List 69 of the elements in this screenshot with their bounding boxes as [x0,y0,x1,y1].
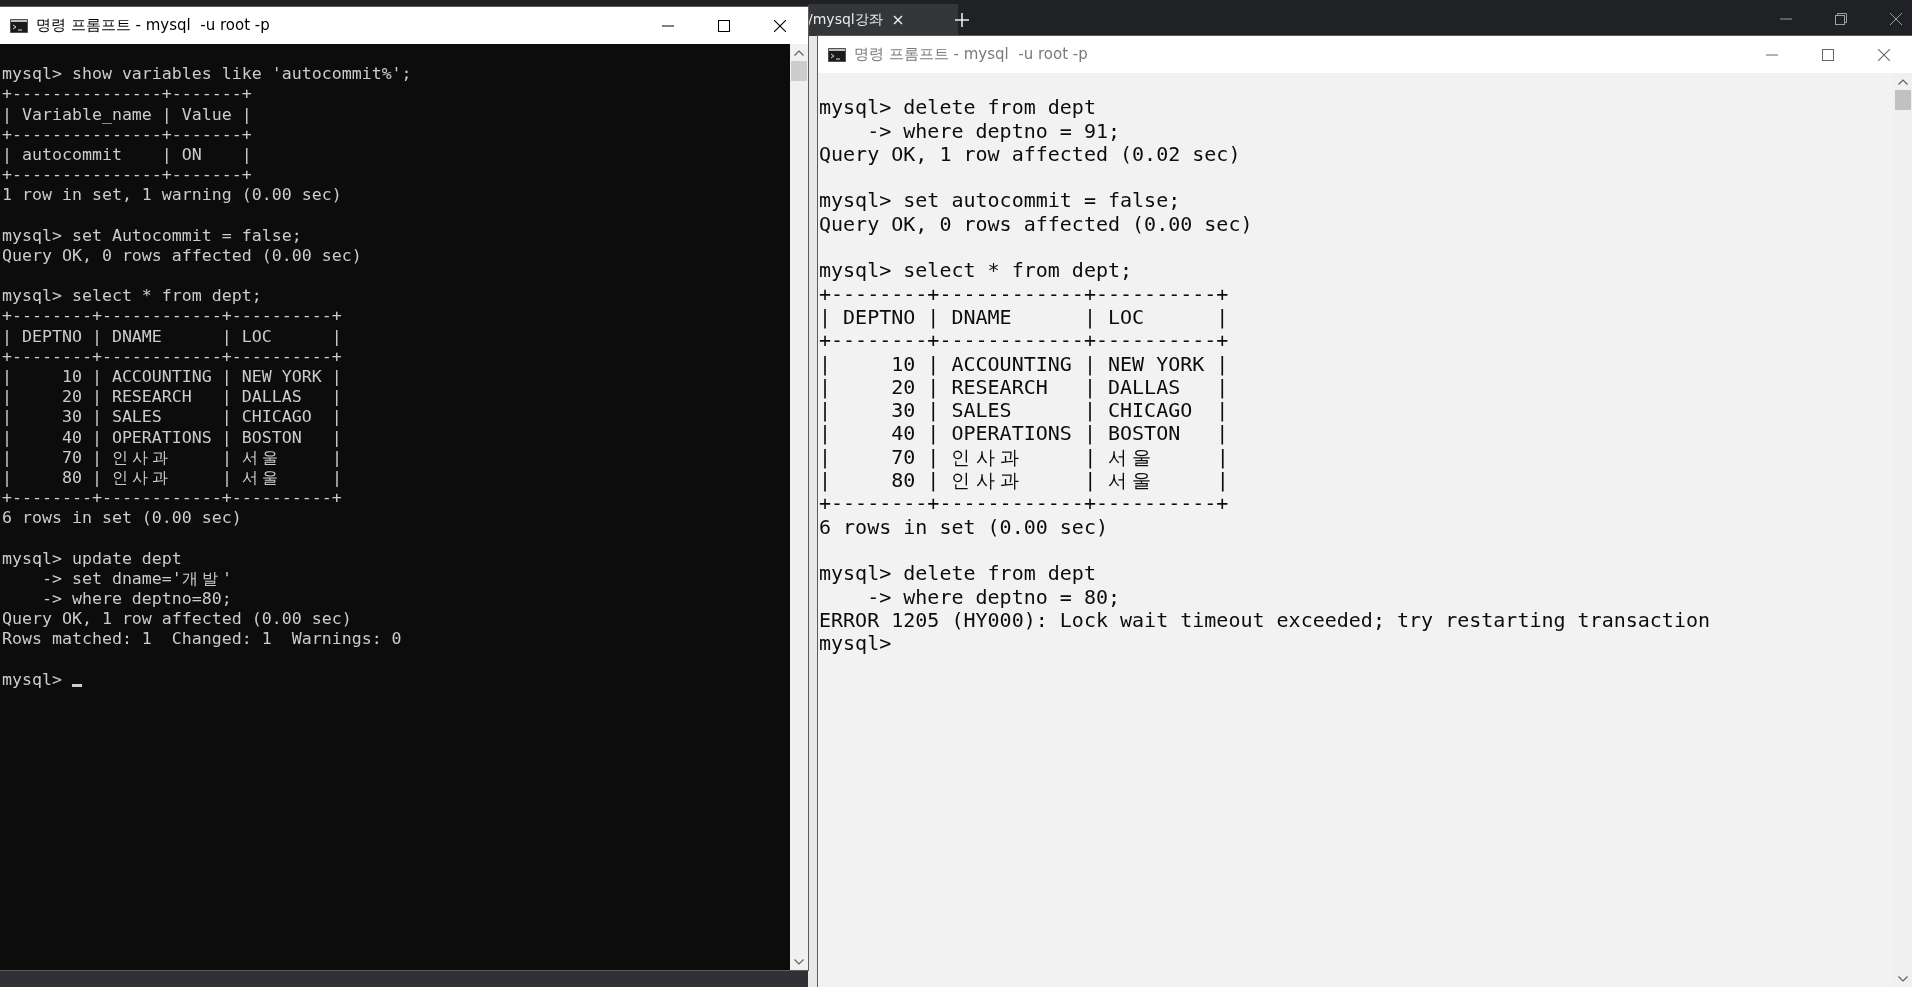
scrollbar[interactable] [1894,73,1912,987]
console-line: -> where deptno = 80; [866,585,1121,609]
console-line: +---------------+-------+ [2,124,252,145]
console-icon [10,18,28,33]
console-line: mysql> [2,669,62,690]
console-line: | 30 | SALES | CHICAGO | [819,399,1229,423]
console-line: -> set dname='개발' [40,568,232,590]
close-icon[interactable] [1890,13,1902,25]
console-line: | Variable_name | Value | [2,104,252,125]
console-line: ERROR 1205 (HY000): Lock wait timeout exceeded; try restarting transaction [819,608,1711,633]
scrollbar[interactable] [790,44,808,970]
close-icon [774,19,786,32]
console-line: +---------------+-------+ [2,84,252,105]
console-line: mysql> select * from dept; [819,259,1133,283]
console-line: Query OK, 1 row affected (0.00 sec) [2,609,352,630]
console-line: -> where deptno = 91; [866,119,1121,143]
console-line: mysql> [819,632,892,656]
scrollbar-thumb[interactable] [791,61,807,81]
console-line: Query OK, 0 rows affected (0.00 sec) [819,212,1253,237]
console-line: mysql> set autocommit = false; [819,189,1181,213]
console-line: +--------+------------+----------+ [2,488,342,509]
console-line: mysql> update dept [2,548,182,569]
console-line: | DEPTNO | DNAME | LOC | [2,326,342,347]
chevron-up-icon [1898,78,1908,85]
console-line: | 70 | 인사과 | 서울 | [819,445,1229,470]
console-line: +--------+------------+----------+ [819,282,1229,306]
console-line: +---------------+-------+ [2,165,252,186]
console-line: | 80 | 인사과 | 서울 | [2,467,343,489]
close-icon [1878,48,1890,61]
tab-title: /mysql강좌 [808,11,883,29]
chevron-down-icon [1898,975,1908,982]
console-line: | autocommit | ON | [2,144,252,166]
console-line: mysql> set Autocommit = false; [2,225,302,246]
console-line: | 70 | 인사과 | 서울 | [2,447,343,468]
console-line: Query OK, 0 rows affected (0.00 sec) [2,245,362,267]
console-line: | 10 | ACCOUNTING | NEW YORK | [819,352,1229,376]
console-line: +--------+------------+----------+ [2,306,342,327]
console-line: | 10 | ACCOUNTING | NEW YORK | [2,367,342,388]
console-line: Query OK, 1 row affected (0.02 sec) [819,142,1241,167]
console-line: +--------+------------+----------+ [819,329,1229,353]
console-line: +--------+------------+----------+ [2,346,342,367]
console-line: -> where deptno=80; [40,589,232,610]
console-line: Rows matched: 1 Changed: 1 Warnings: 0 [2,629,402,650]
window-title: 명령 프롬프트 - mysql -u root -p [854,45,1089,64]
console-line: mysql> show variables like 'autocommit%'; [2,64,412,85]
window-title: 명령 프롬프트 - mysql -u root -p [36,16,271,35]
console-line: | DEPTNO | DNAME | LOC | [819,305,1229,330]
console-line: mysql> delete from dept [819,96,1096,120]
console-icon [828,47,846,62]
chevron-up-icon [794,49,804,56]
scrollbar-thumb[interactable] [1895,90,1911,110]
console-line: mysql> select * from dept; [2,286,262,307]
chevron-down-icon [794,958,804,965]
console-line: +--------+------------+----------+ [819,492,1229,516]
console-line: 6 rows in set (0.00 sec) [2,508,242,529]
maximize-icon [1822,48,1834,61]
restore-icon[interactable] [1835,13,1847,25]
console-line: | 20 | RESEARCH | DALLAS | [2,387,342,408]
console-line: | 40 | OPERATIONS | BOSTON | [2,427,342,448]
plus-icon[interactable] [955,13,969,27]
console-line: | 30 | SALES | CHICAGO | [2,407,342,428]
console-line: | 20 | RESEARCH | DALLAS | [819,375,1229,400]
console-line: | 80 | 인사과 | 서울 | [819,469,1229,493]
console-line: mysql> delete from dept [819,562,1096,586]
browser-tab[interactable]: /mysql강좌 [808,4,958,36]
console-line: 1 row in set, 1 warning (0.00 sec) [2,185,342,206]
console-line: | 40 | OPERATIONS | BOSTON | [819,422,1229,446]
console-line: 6 rows in set (0.00 sec) [819,515,1108,539]
maximize-icon [718,19,730,32]
